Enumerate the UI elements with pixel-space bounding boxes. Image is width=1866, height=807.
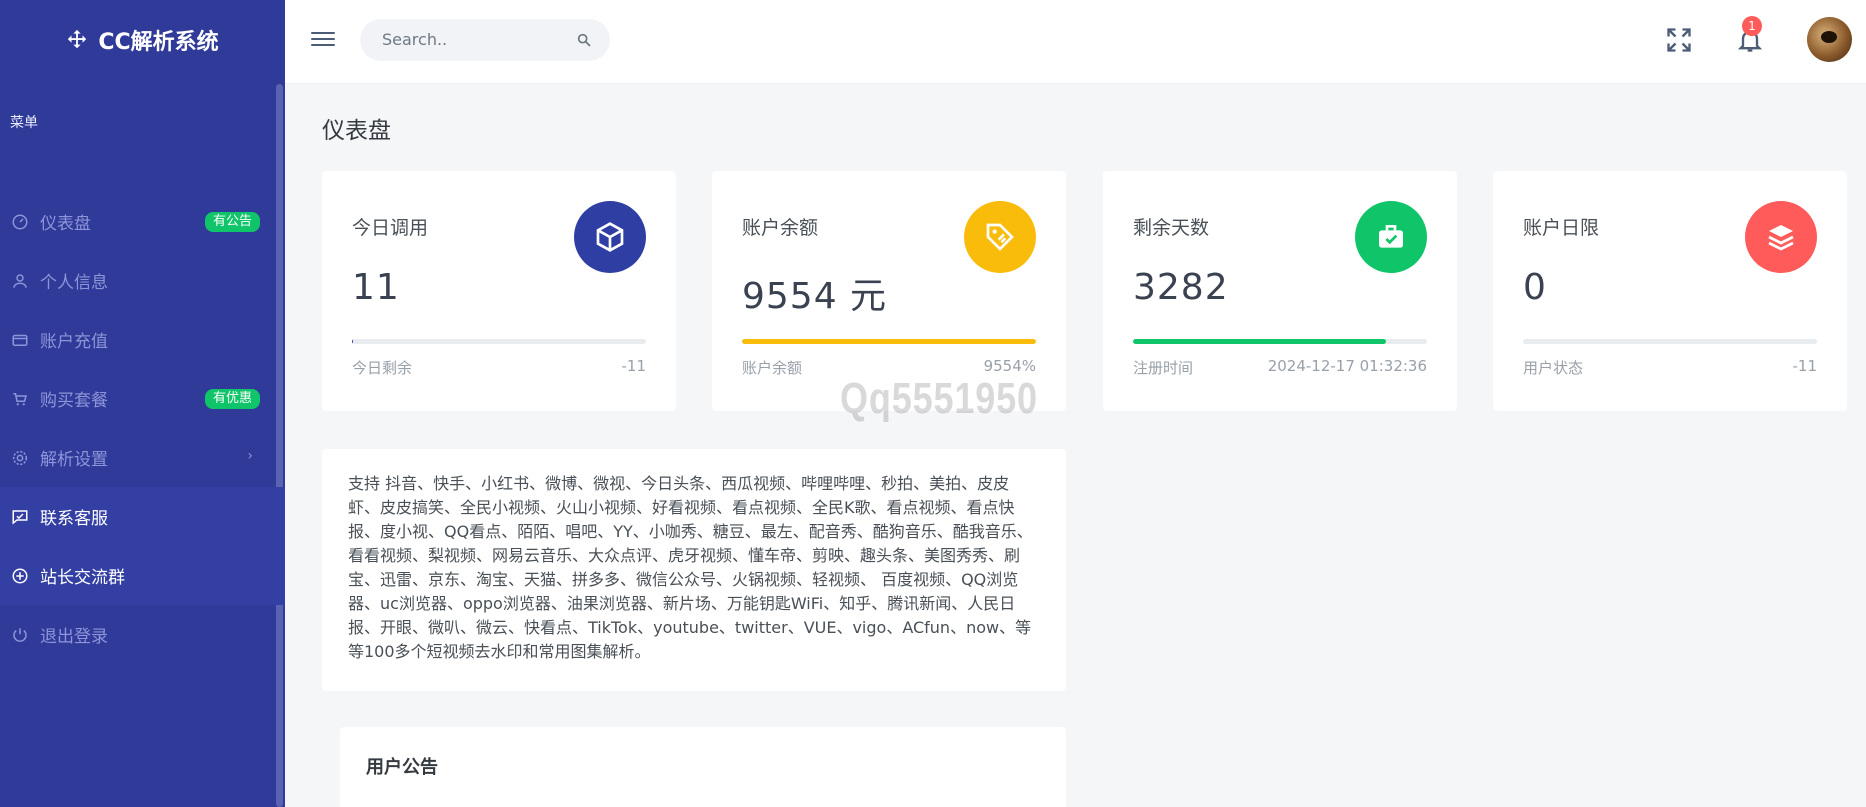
sidebar-item-label: 购买套餐 bbox=[40, 391, 108, 411]
sidebar-item-label: 解析设置 bbox=[40, 450, 108, 470]
card-footer-label: 今日剩余 bbox=[352, 359, 413, 377]
card-label: 今日调用 bbox=[352, 217, 429, 239]
app-root: CC解析系统 菜单 仪表盘 有公告 个人信息 账户充值 购买套餐 有优惠 解析设… bbox=[0, 0, 1866, 807]
briefcase-check-icon bbox=[1355, 201, 1427, 273]
credit-card-icon bbox=[10, 330, 29, 349]
sidebar: CC解析系统 菜单 仪表盘 有公告 个人信息 账户充值 购买套餐 有优惠 解析设… bbox=[0, 0, 285, 807]
stat-card-days-left: 剩余天数 3282 注册时间 2024-12-17 01:32:36 bbox=[1103, 171, 1457, 411]
stat-card-daily-limit: 账户日限 0 用户状态 -11 bbox=[1493, 171, 1847, 411]
card-footer-value: -11 bbox=[1792, 357, 1818, 375]
notice-title: 用户公告 bbox=[366, 757, 438, 778]
topbar bbox=[285, 0, 1866, 84]
menu-toggle-icon[interactable] bbox=[311, 28, 335, 50]
sidebar-item-label: 站长交流群 bbox=[40, 568, 125, 588]
supported-platforms-text: 支持 抖音、快手、小红书、微博、微视、今日头条、西瓜视频、哔哩哔哩、秒拍、美拍、… bbox=[322, 449, 1066, 691]
discount-badge: 有优惠 bbox=[204, 389, 260, 409]
user-notice-card: 用户公告 bbox=[340, 727, 1066, 807]
gear-icon bbox=[10, 448, 29, 467]
card-value: 0 bbox=[1523, 267, 1547, 308]
sidebar-item-logout[interactable]: 退出登录 bbox=[0, 605, 285, 664]
user-icon bbox=[10, 271, 29, 290]
card-value: 9554 元 bbox=[742, 276, 888, 317]
card-value: 3282 bbox=[1133, 267, 1229, 308]
chat-icon bbox=[10, 507, 29, 526]
card-label: 剩余天数 bbox=[1133, 217, 1210, 239]
sidebar-item-label: 仪表盘 bbox=[40, 214, 91, 234]
sidebar-item-label: 个人信息 bbox=[40, 273, 108, 293]
sidebar-item-parse-settings[interactable]: 解析设置 › bbox=[0, 428, 285, 487]
cube-icon bbox=[574, 201, 646, 273]
user-avatar[interactable] bbox=[1807, 17, 1852, 62]
sidebar-item-dashboard[interactable]: 仪表盘 有公告 bbox=[0, 192, 285, 251]
card-progress bbox=[1523, 339, 1817, 344]
card-footer-label: 用户状态 bbox=[1523, 359, 1584, 377]
sidebar-item-label: 退出登录 bbox=[40, 627, 108, 647]
brand-logo[interactable]: CC解析系统 bbox=[0, 0, 285, 80]
card-label: 账户余额 bbox=[742, 217, 819, 239]
progress-bar bbox=[1133, 339, 1386, 344]
card-footer-value: -11 bbox=[621, 357, 647, 375]
card-value: 11 bbox=[352, 267, 400, 308]
chevron-right-icon: › bbox=[247, 448, 253, 464]
layers-icon bbox=[1745, 201, 1817, 273]
cart-icon bbox=[10, 389, 29, 408]
progress-bar bbox=[352, 339, 354, 344]
sidebar-item-label: 账户充值 bbox=[40, 332, 108, 352]
card-progress bbox=[742, 339, 1036, 344]
sidebar-item-group[interactable]: 站长交流群 bbox=[0, 546, 285, 605]
stat-card-today-calls: 今日调用 11 今日剩余 -11 bbox=[322, 171, 676, 411]
brand-title: CC解析系统 bbox=[98, 30, 219, 55]
plus-circle-icon bbox=[10, 566, 29, 585]
card-label: 账户日限 bbox=[1523, 217, 1600, 239]
sidebar-item-buy-plan[interactable]: 购买套餐 有优惠 bbox=[0, 369, 285, 428]
dashboard-icon bbox=[10, 212, 29, 231]
fullscreen-icon[interactable] bbox=[1665, 25, 1693, 55]
card-footer-value: 2024-12-17 01:32:36 bbox=[1267, 357, 1427, 375]
sidebar-item-support[interactable]: 联系客服 bbox=[0, 487, 285, 546]
notification-badge: 1 bbox=[1742, 16, 1762, 36]
progress-bar bbox=[742, 339, 1036, 344]
menu-section-title: 菜单 bbox=[10, 115, 38, 131]
power-icon bbox=[10, 625, 29, 644]
card-footer-value: 9554% bbox=[983, 357, 1036, 375]
watermark-text: Qq5551950 bbox=[840, 374, 1038, 423]
card-footer-label: 账户余额 bbox=[742, 359, 803, 377]
card-progress bbox=[1133, 339, 1427, 344]
sidebar-item-recharge[interactable]: 账户充值 bbox=[0, 310, 285, 369]
move-icon bbox=[68, 29, 87, 49]
card-progress bbox=[352, 339, 646, 344]
page-title: 仪表盘 bbox=[322, 118, 391, 144]
search-box bbox=[360, 19, 610, 61]
sidebar-item-profile[interactable]: 个人信息 bbox=[0, 251, 285, 310]
notice-badge: 有公告 bbox=[204, 212, 260, 232]
sidebar-menu: 仪表盘 有公告 个人信息 账户充值 购买套餐 有优惠 解析设置 › 联系客服 站… bbox=[0, 192, 285, 664]
search-input[interactable] bbox=[382, 30, 562, 49]
card-footer-label: 注册时间 bbox=[1133, 359, 1194, 377]
sidebar-item-label: 联系客服 bbox=[40, 509, 108, 529]
tag-icon bbox=[964, 201, 1036, 273]
search-icon[interactable] bbox=[576, 32, 592, 48]
